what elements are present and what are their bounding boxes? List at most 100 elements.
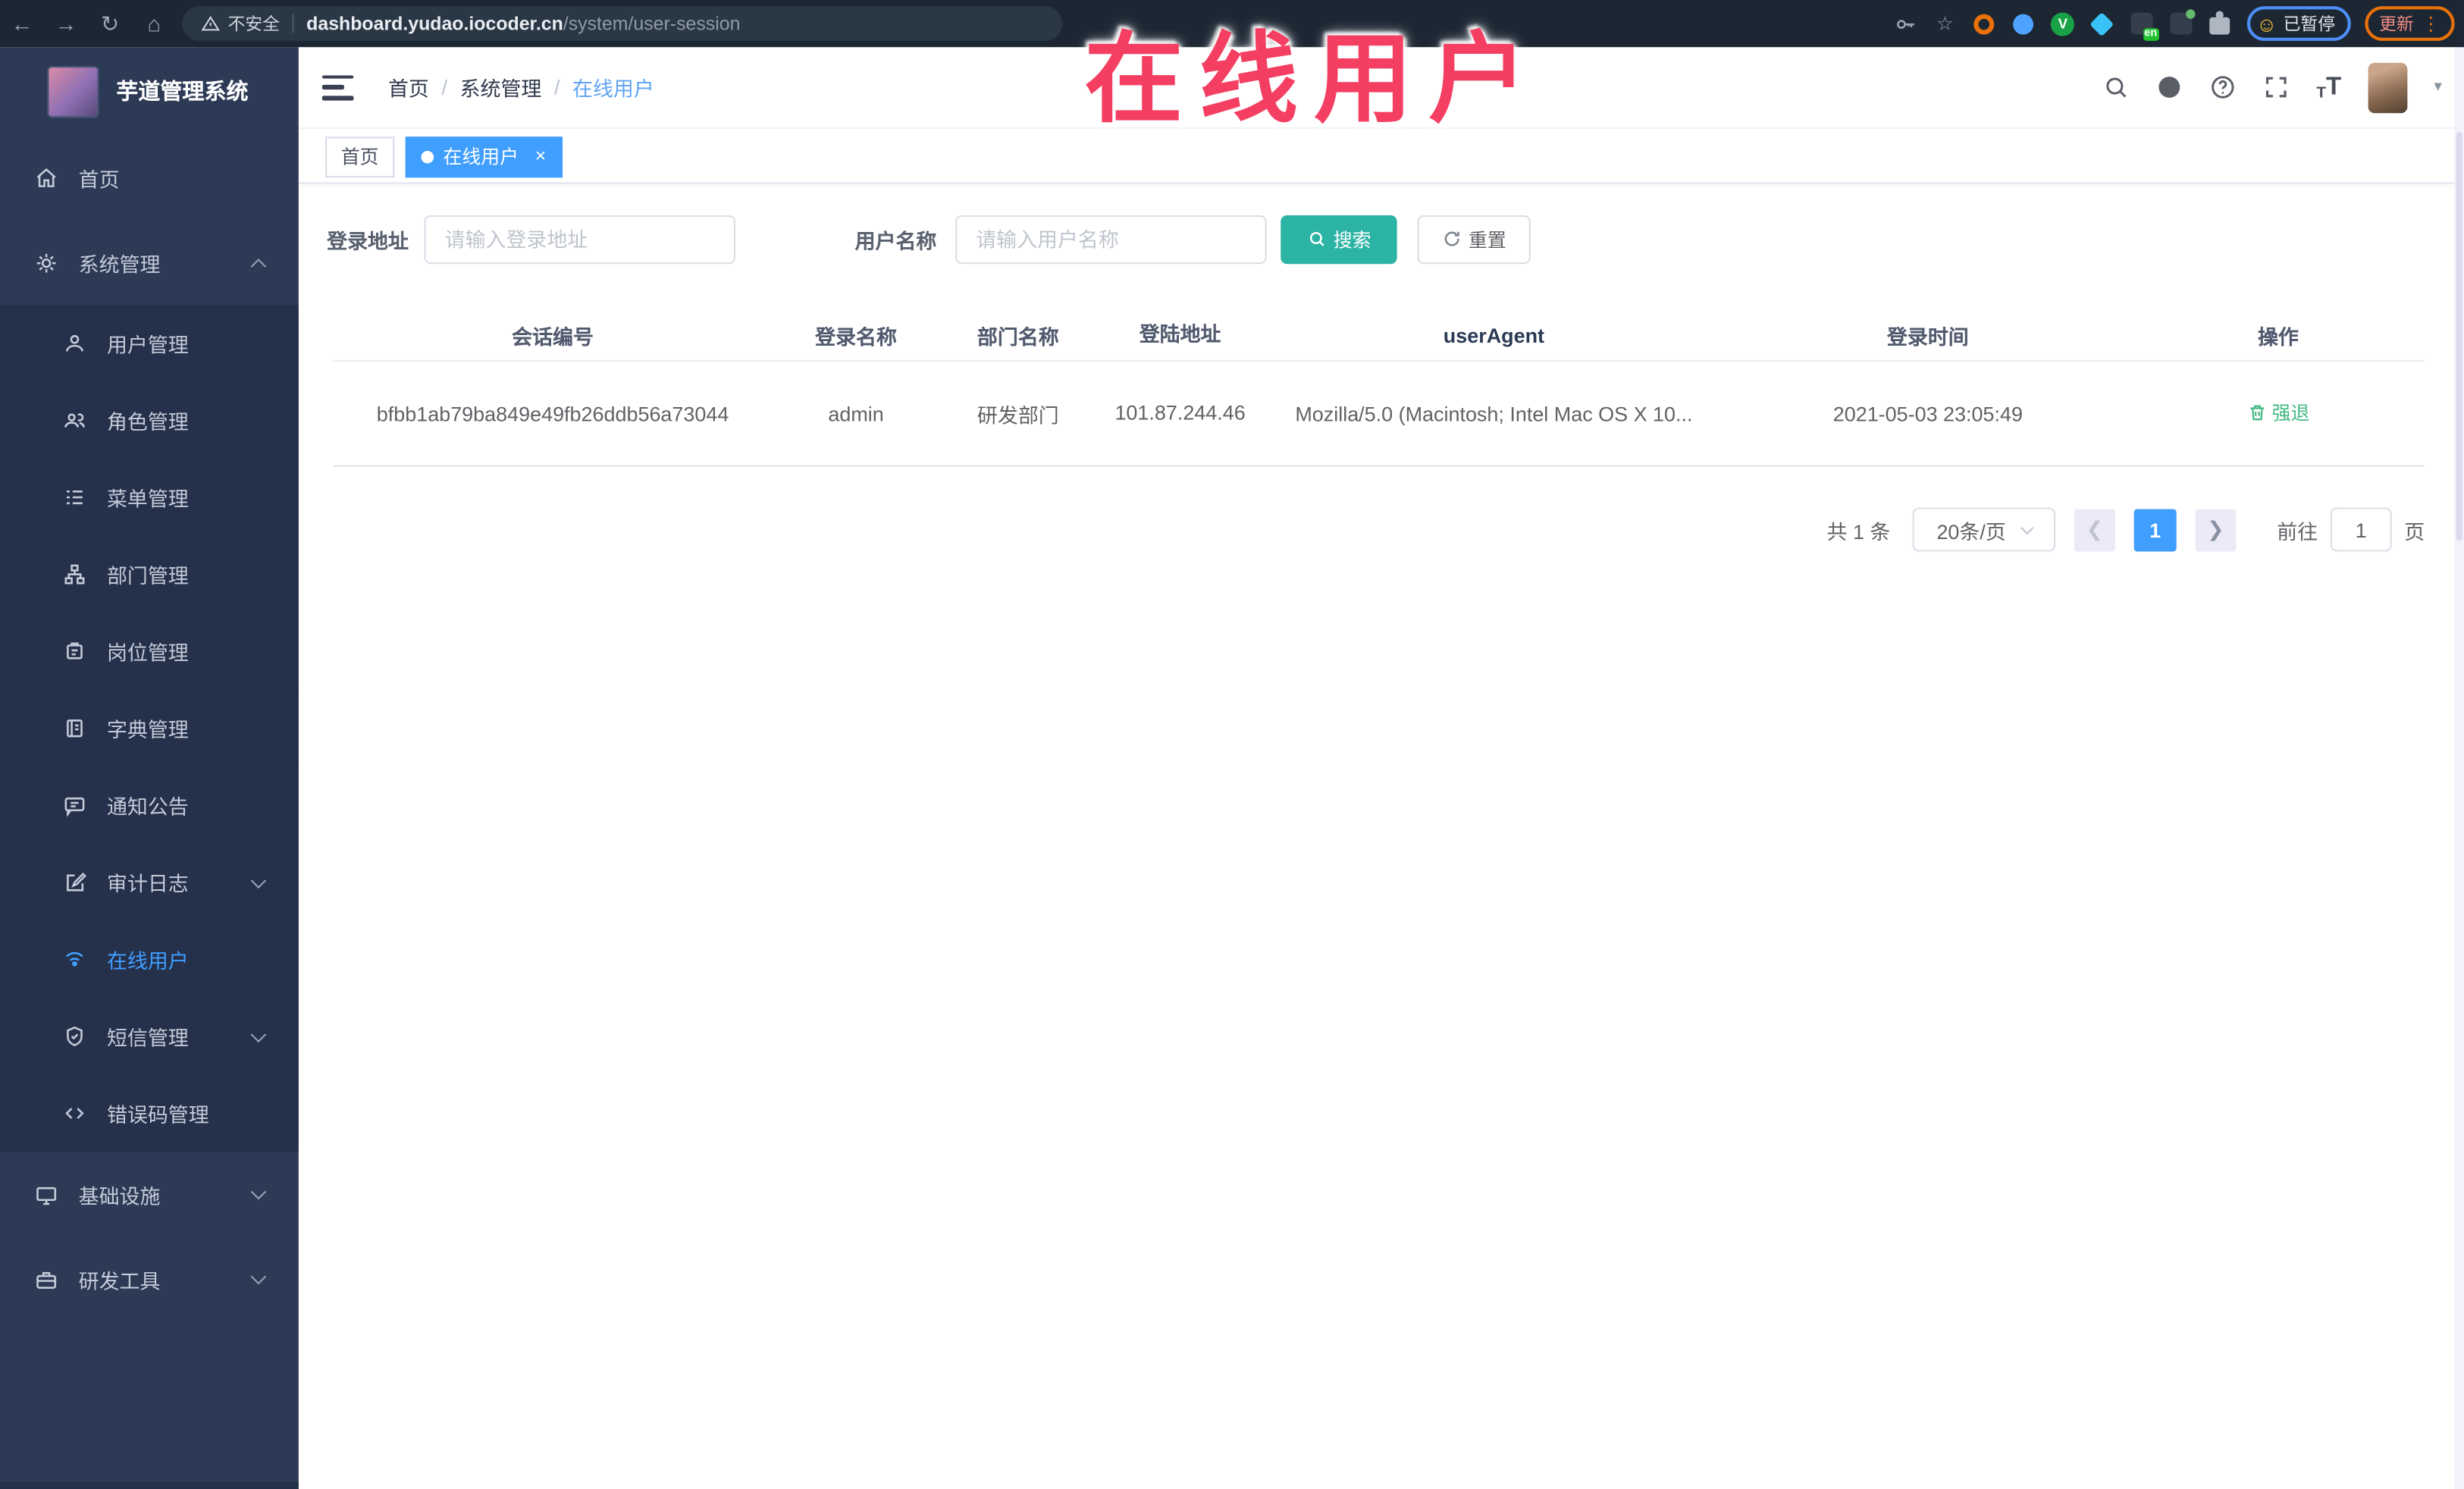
sidebar-item-home[interactable]: 首页 — [0, 135, 299, 220]
extension-green-v-icon[interactable]: V — [2050, 11, 2075, 36]
page-unit-label: 页 — [2404, 519, 2425, 544]
close-icon[interactable]: × — [530, 145, 552, 168]
header-actions: TT ▾ — [2102, 61, 2442, 113]
back-icon[interactable]: ← — [0, 11, 44, 36]
extension-dark-icon[interactable] — [2168, 9, 2195, 36]
col-dept-name: 部门名称 — [977, 324, 1059, 349]
force-logout-button[interactable]: 强退 — [2246, 399, 2309, 425]
extension-orange-icon[interactable] — [1972, 11, 1997, 36]
pagination: 共 1 条 20条/页 ❮ 1 ❯ 前往 页 — [1826, 507, 2425, 552]
home-nav-icon[interactable]: ⌂ — [132, 11, 176, 36]
sidebar-item-dev-tools[interactable]: 研发工具 — [0, 1237, 299, 1321]
avatar[interactable] — [2368, 61, 2408, 113]
col-user-agent: userAgent — [1443, 322, 1545, 347]
tab-online-users[interactable]: 在线用户 × — [405, 136, 563, 177]
reset-button[interactable]: 重置 — [1417, 214, 1531, 264]
page-size-select[interactable]: 20条/页 — [1912, 507, 2056, 552]
cell-login-time: 2021-05-03 23:05:49 — [1832, 401, 2023, 425]
filter-form: 登录地址 用户名称 搜索 重置 — [327, 214, 1531, 264]
sidebar-item-menu-management[interactable]: 菜单管理 — [0, 459, 299, 536]
chevron-down-icon — [2019, 520, 2033, 534]
reload-icon[interactable]: ↻ — [88, 10, 132, 36]
login-address-input[interactable] — [424, 214, 736, 264]
login-address-label: 登录地址 — [327, 228, 409, 252]
search-icon[interactable] — [2102, 74, 2129, 100]
avatar-caret-icon[interactable]: ▾ — [2434, 79, 2442, 96]
sidebar-item-notice[interactable]: 通知公告 — [0, 766, 299, 845]
current-page-button[interactable]: 1 — [2133, 508, 2177, 551]
sidebar-item-user-management[interactable]: 用户管理 — [0, 305, 299, 382]
next-page-button[interactable]: ❯ — [2195, 508, 2237, 551]
browser-extensions-area: ☆ V en ☺ 已暂停 更新 ⋮ — [1893, 0, 2455, 47]
extension-gem-icon[interactable] — [2089, 11, 2114, 36]
sidebar-item-post-management[interactable]: 岗位管理 — [0, 613, 299, 690]
sidebar-bottom-strip — [0, 1481, 299, 1489]
sidebar-item-error-code[interactable]: 错误码管理 — [0, 1074, 299, 1152]
goto-label: 前往 — [2277, 519, 2318, 544]
sidebar-item-sms-management[interactable]: 短信管理 — [0, 998, 299, 1075]
scrollbar[interactable] — [2454, 47, 2464, 1489]
main-content: 登录地址 用户名称 搜索 重置 会话编号 登录名称 部门名称 登陆地址 use — [298, 185, 2464, 1489]
extension-blue-icon[interactable] — [2011, 11, 2036, 36]
online-users-table: 会话编号 登录名称 部门名称 登陆地址 userAgent 登录时间 操作 bf… — [333, 309, 2425, 467]
warning-icon — [201, 15, 220, 31]
forward-icon[interactable]: → — [44, 11, 88, 36]
cell-actions: 强退 — [2132, 393, 2425, 434]
profile-emoji-icon: ☺ — [2256, 11, 2277, 36]
chrome-update-button[interactable]: 更新 ⋮ — [2365, 6, 2455, 41]
extensions-puzzle-icon[interactable] — [2208, 11, 2233, 36]
profile-paused-badge[interactable]: ☺ 已暂停 — [2246, 6, 2351, 41]
menu-list-icon — [67, 490, 83, 505]
url-host[interactable]: dashboard.yudao.iocoder.cn — [306, 13, 563, 35]
sidebar-item-role-management[interactable]: 角色管理 — [0, 381, 299, 459]
chevron-up-icon — [250, 258, 267, 274]
col-login-address: 登陆地址 — [1139, 321, 1221, 346]
table-header-row: 会话编号 登录名称 部门名称 登陆地址 userAgent 登录时间 操作 — [333, 309, 2425, 362]
tab-home[interactable]: 首页 — [325, 136, 395, 177]
fullscreen-icon[interactable] — [2263, 74, 2290, 100]
chevron-down-icon — [250, 1183, 267, 1200]
users-icon — [64, 413, 86, 428]
chevron-down-icon — [250, 1268, 267, 1285]
sidebar-item-audit-log[interactable]: 审计日志 — [0, 844, 299, 921]
help-icon[interactable] — [2209, 74, 2236, 100]
book-icon — [67, 719, 83, 738]
breadcrumb-system[interactable]: 系统管理 — [460, 72, 542, 102]
org-tree-icon — [64, 564, 85, 585]
cell-login-address: 101.87.244.46 — [1114, 400, 1246, 425]
search-button[interactable]: 搜索 — [1281, 214, 1397, 264]
sidebar-item-dict-management[interactable]: 字典管理 — [0, 689, 299, 767]
scrollbar-thumb[interactable] — [2456, 132, 2462, 541]
username-label: 用户名称 — [854, 228, 937, 252]
goto-page-input[interactable] — [2330, 507, 2392, 552]
cell-dept-name: 研发部门 — [977, 403, 1059, 427]
address-bar[interactable]: 不安全 dashboard.yudao.iocoder.cn/system/us… — [182, 6, 1063, 41]
trash-icon — [2249, 405, 2264, 421]
url-path[interactable]: /system/user-session — [563, 13, 741, 35]
chevron-down-icon — [250, 872, 267, 888]
sidebar-item-system-management[interactable]: 系统管理 — [0, 220, 299, 305]
sidebar-item-online-users[interactable]: 在线用户 — [0, 920, 299, 998]
key-icon[interactable] — [1893, 11, 1918, 36]
online-icon — [66, 951, 83, 967]
shield-icon — [67, 1026, 83, 1046]
sidebar-item-dept-management[interactable]: 部门管理 — [0, 535, 299, 613]
app-logo[interactable]: 芋道管理系统 — [0, 47, 299, 135]
username-input[interactable] — [955, 214, 1267, 264]
breadcrumb-home[interactable]: 首页 — [388, 72, 429, 102]
extension-translate-icon[interactable]: en — [2129, 11, 2159, 41]
cell-user-agent: Mozilla/5.0 (Macintosh; Intel Mac OS X 1… — [1295, 401, 1693, 425]
code-icon — [65, 1108, 84, 1119]
sidebar-item-infrastructure[interactable]: 基础设施 — [0, 1152, 299, 1237]
pagination-total: 共 1 条 — [1826, 519, 1891, 544]
bookmark-star-icon[interactable]: ☆ — [1933, 11, 1958, 36]
breadcrumb: 首页 / 系统管理 / 在线用户 — [388, 72, 654, 102]
pagination-goto: 前往 页 — [2277, 507, 2425, 552]
security-label[interactable]: 不安全 — [228, 11, 280, 36]
hamburger-icon[interactable] — [321, 74, 354, 100]
app-title: 芋道管理系统 — [116, 78, 249, 104]
prev-page-button[interactable]: ❮ — [2074, 508, 2115, 551]
font-size-icon[interactable]: TT — [2316, 73, 2341, 101]
browser-menu-icon[interactable]: ⋮ — [2422, 13, 2440, 35]
github-icon[interactable] — [2156, 74, 2183, 100]
